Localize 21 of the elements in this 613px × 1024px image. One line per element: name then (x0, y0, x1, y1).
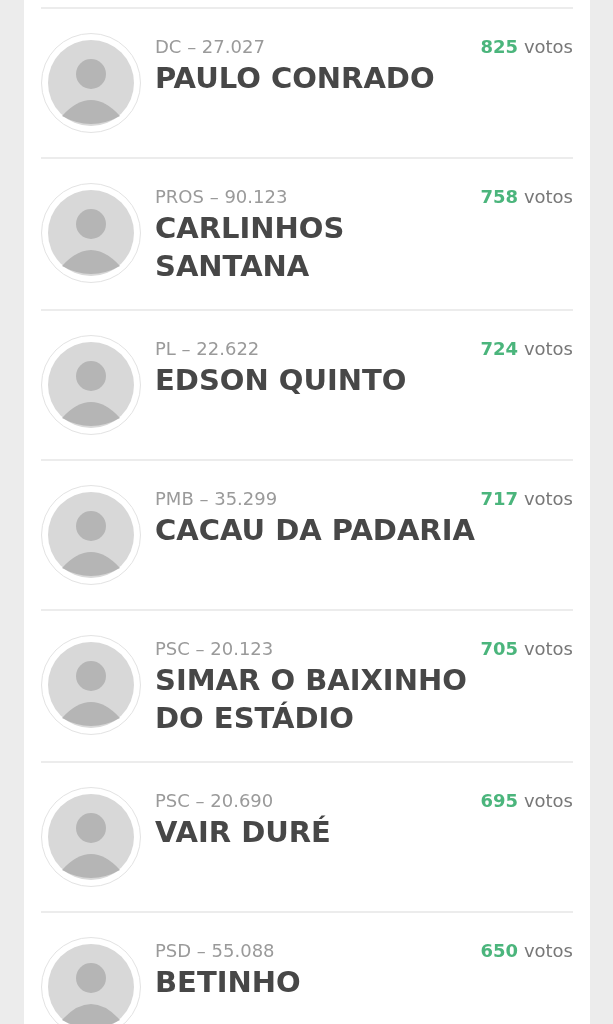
vote-count: 695 votos (480, 790, 573, 811)
vote-count: 705 votos (480, 638, 573, 659)
vote-count: 758 votos (480, 186, 573, 207)
party-number: PSC – 20.690 (155, 790, 274, 811)
party-number: PSD – 55.088 (155, 940, 275, 961)
party-number: PSC – 20.123 (155, 638, 274, 659)
candidate-name: SIMAR O BAIXINHO DO ESTÁDIO (155, 662, 468, 737)
vote-count: 724 votos (480, 338, 573, 359)
candidate-name: PAULO CONRADO (155, 60, 436, 97)
vote-count: 650 votos (480, 940, 573, 961)
party-number: PL – 22.622 (155, 338, 260, 359)
vote-count: 825 votos (480, 36, 573, 57)
candidate-name: VAIR DURÉ (155, 814, 332, 851)
vote-count: 717 votos (480, 488, 573, 509)
candidate-name: CACAU DA PADARIA (155, 512, 476, 549)
party-number: PMB – 35.299 (155, 488, 278, 509)
party-number: PROS – 90.123 (155, 186, 288, 207)
party-number: DC – 27.027 (155, 36, 265, 57)
candidate-name: CARLINHOS SANTANA (155, 210, 346, 285)
candidate-name: EDSON QUINTO (155, 362, 408, 399)
candidate-name: BETINHO (155, 964, 302, 1001)
